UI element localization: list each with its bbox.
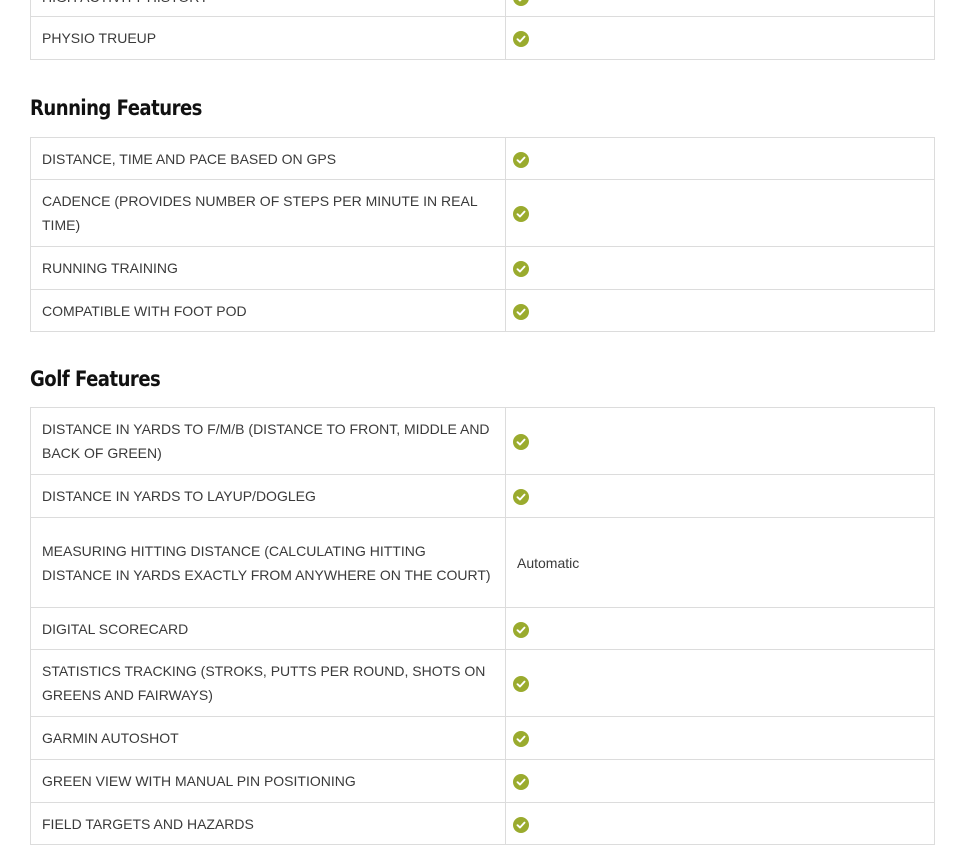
value-text: Automatic — [517, 554, 580, 571]
table-row: FIELD TARGETS AND HAZARDS — [30, 802, 935, 845]
check-circle-icon — [513, 731, 529, 748]
check-circle-icon — [513, 816, 529, 833]
table-row: COMPATIBLE WITH FOOT POD — [30, 289, 935, 332]
table-row: GREEN VIEW WITH MANUAL PIN POSITIONING — [30, 759, 935, 803]
table-row: STATISTICS TRACKING (STROKS, PUTTS PER R… — [30, 649, 935, 717]
feature-value — [505, 246, 935, 290]
feature-label: STATISTICS TRACKING (STROKS, PUTTS PER R… — [30, 649, 506, 717]
table-row: DISTANCE, TIME AND PACE BASED ON GPS — [30, 137, 935, 180]
feature-value — [505, 16, 935, 60]
check-circle-icon — [513, 0, 529, 6]
golf-features-heading: Golf Features — [30, 367, 161, 391]
feature-label: DIGITAL SCORECARD — [30, 607, 506, 650]
table-row: MEASURING HITTING DISTANCE (CALCULATING … — [30, 517, 935, 608]
feature-label: CADENCE (PROVIDES NUMBER OF STEPS PER MI… — [30, 179, 506, 247]
table-row: CADENCE (PROVIDES NUMBER OF STEPS PER MI… — [30, 179, 935, 247]
feature-label: DISTANCE, TIME AND PACE BASED ON GPS — [30, 137, 506, 180]
feature-label: DISTANCE IN YARDS TO LAYUP/DOGLEG — [30, 474, 506, 518]
feature-value — [505, 474, 935, 518]
feature-label: RUNNING TRAINING — [30, 246, 506, 290]
feature-label: GARMIN AUTOSHOT — [30, 716, 506, 760]
feature-label: PHYSIO TRUEUP — [30, 16, 506, 60]
running-features-heading: Running Features — [30, 96, 202, 120]
check-circle-icon — [513, 621, 529, 638]
check-circle-icon — [513, 303, 529, 320]
table-row: HIGH ACTIVITY HISTORY — [30, 0, 935, 17]
general-features-table: HIGH ACTIVITY HISTORY PHYSIO TRUEUP — [30, 0, 935, 60]
feature-value — [505, 649, 935, 717]
feature-value — [505, 607, 935, 650]
running-features-table: DISTANCE, TIME AND PACE BASED ON GPS CAD… — [30, 137, 935, 332]
table-row: GARMIN AUTOSHOT — [30, 716, 935, 760]
golf-features-table: DISTANCE IN YARDS TO F/M/B (DISTANCE TO … — [30, 407, 935, 845]
table-row: DISTANCE IN YARDS TO LAYUP/DOGLEG — [30, 474, 935, 518]
feature-value — [505, 179, 935, 247]
feature-label: FIELD TARGETS AND HAZARDS — [30, 802, 506, 845]
feature-value: Automatic — [505, 517, 935, 608]
feature-label: HIGH ACTIVITY HISTORY — [30, 0, 506, 17]
table-row: RUNNING TRAINING — [30, 246, 935, 290]
feature-label: DISTANCE IN YARDS TO F/M/B (DISTANCE TO … — [30, 407, 506, 475]
check-circle-icon — [513, 206, 529, 223]
feature-value — [505, 289, 935, 332]
check-circle-icon — [513, 261, 529, 278]
check-circle-icon — [513, 489, 529, 506]
feature-value — [505, 759, 935, 803]
feature-label: MEASURING HITTING DISTANCE (CALCULATING … — [30, 517, 506, 608]
feature-value — [505, 407, 935, 475]
feature-label: GREEN VIEW WITH MANUAL PIN POSITIONING — [30, 759, 506, 803]
check-circle-icon — [513, 151, 529, 168]
feature-value — [505, 802, 935, 845]
table-row: DIGITAL SCORECARD — [30, 607, 935, 650]
table-row: DISTANCE IN YARDS TO F/M/B (DISTANCE TO … — [30, 407, 935, 475]
check-circle-icon — [513, 31, 529, 48]
check-circle-icon — [513, 774, 529, 791]
table-row: PHYSIO TRUEUP — [30, 16, 935, 60]
feature-label: COMPATIBLE WITH FOOT POD — [30, 289, 506, 332]
feature-value — [505, 716, 935, 760]
feature-value — [505, 0, 935, 17]
check-circle-icon — [513, 434, 529, 451]
feature-value — [505, 137, 935, 180]
check-circle-icon — [513, 676, 529, 693]
